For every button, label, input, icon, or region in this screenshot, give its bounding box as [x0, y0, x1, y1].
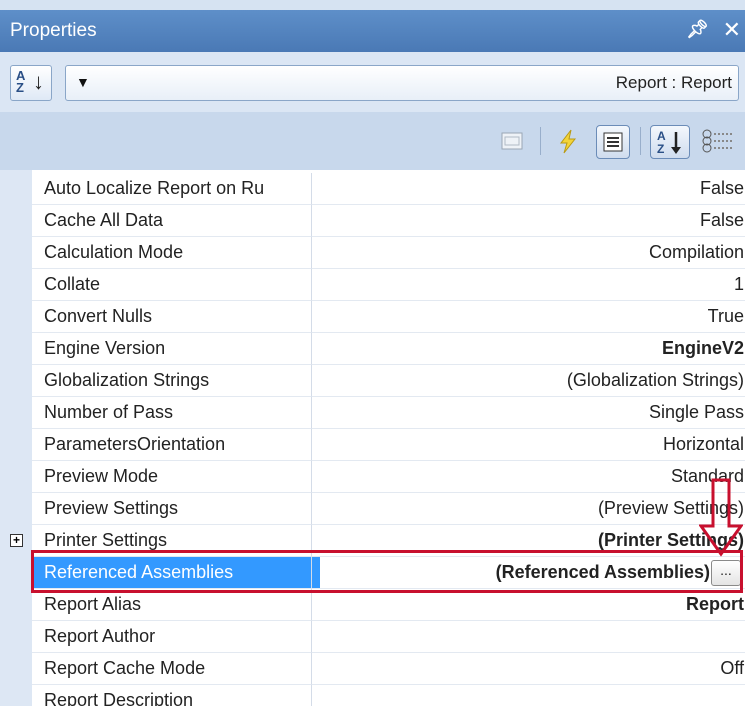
property-value[interactable]: Off: [311, 653, 745, 685]
property-value[interactable]: 1: [311, 269, 745, 301]
selected-object: Report : Report: [615, 73, 732, 92]
annotation-highlight-box: [31, 550, 743, 593]
sort-alphabetical-icon: A Z: [657, 129, 681, 156]
property-name: Convert Nulls: [32, 301, 320, 333]
property-row[interactable]: Globalization Strings (Globalization Str…: [32, 365, 745, 397]
grid-gutter: [0, 170, 32, 706]
property-value[interactable]: (Preview Settings): [311, 493, 745, 525]
property-name: Calculation Mode: [32, 237, 320, 269]
property-row[interactable]: Collate 1: [32, 269, 745, 301]
close-icon[interactable]: ✕: [723, 17, 741, 43]
title-bar: Properties 📌︎ ✕: [0, 10, 745, 52]
lightning-icon: [559, 129, 577, 154]
annotation-arrow-icon: [699, 478, 743, 557]
property-row[interactable]: Report Alias Report: [32, 589, 745, 621]
property-pages-button[interactable]: [496, 125, 528, 157]
property-value[interactable]: Compilation: [311, 237, 745, 269]
property-name: ParametersOrientation: [32, 429, 320, 461]
property-row[interactable]: Auto Localize Report on Ru False: [32, 173, 745, 205]
property-row[interactable]: Report Cache Mode Off: [32, 653, 745, 685]
property-value[interactable]: [311, 685, 745, 706]
property-row[interactable]: Cache All Data False: [32, 205, 745, 237]
property-row[interactable]: Preview Settings (Preview Settings): [32, 493, 745, 525]
property-name: Auto Localize Report on Ru: [32, 173, 320, 205]
properties-list-icon: [603, 132, 623, 152]
property-name: Report Author: [32, 621, 320, 653]
property-grid: Auto Localize Report on Ru False Cache A…: [0, 170, 745, 706]
property-value[interactable]: False: [311, 205, 745, 237]
property-pages-icon: [501, 132, 523, 150]
property-value[interactable]: Standard: [311, 461, 745, 493]
property-row[interactable]: Engine Version EngineV2: [32, 333, 745, 365]
svg-text:Z: Z: [657, 142, 664, 156]
events-button[interactable]: [552, 125, 584, 157]
property-value[interactable]: EngineV2: [311, 333, 745, 365]
property-name: Engine Version: [32, 333, 320, 365]
property-value[interactable]: True: [311, 301, 745, 333]
property-name: Globalization Strings: [32, 365, 320, 397]
properties-toolbar: A Z: [0, 112, 745, 170]
sort-arrow-icon: ↓: [33, 69, 44, 94]
property-value[interactable]: (Globalization Strings): [311, 365, 745, 397]
property-row[interactable]: Report Author: [32, 621, 745, 653]
property-name: Preview Settings: [32, 493, 320, 525]
property-row[interactable]: Preview Mode Standard: [32, 461, 745, 493]
sort-alphabetical-button[interactable]: A Z: [650, 125, 690, 159]
property-name: Report Alias: [32, 589, 320, 621]
object-selector-row: AZ ↓ ▼ Report : Report: [0, 52, 745, 112]
expand-plus-icon[interactable]: +: [10, 534, 23, 547]
dropdown-arrow-icon: ▼: [76, 74, 90, 90]
property-value[interactable]: False: [311, 173, 745, 205]
categorized-button[interactable]: [698, 125, 732, 157]
pin-icon[interactable]: 📌︎: [686, 19, 709, 40]
toolbar-separator: [540, 127, 541, 155]
property-row[interactable]: Convert Nulls True: [32, 301, 745, 333]
property-name: Number of Pass: [32, 397, 320, 429]
sort-az-button[interactable]: AZ ↓: [10, 65, 52, 101]
property-row[interactable]: Number of Pass Single Pass: [32, 397, 745, 429]
property-row[interactable]: Report Description: [32, 685, 745, 706]
svg-text:A: A: [657, 129, 666, 143]
property-value[interactable]: Horizontal: [311, 429, 745, 461]
sort-az-icon: AZ: [16, 68, 26, 95]
panel-title: Properties: [10, 20, 97, 41]
property-name: Report Description: [32, 685, 320, 706]
property-value[interactable]: Single Pass: [311, 397, 745, 429]
property-row[interactable]: Calculation Mode Compilation: [32, 237, 745, 269]
object-selector[interactable]: ▼ Report : Report: [65, 65, 739, 101]
properties-panel: Properties 📌︎ ✕ AZ ↓ ▼ Report : Report A…: [0, 0, 745, 706]
property-value[interactable]: [311, 621, 745, 653]
property-name: Cache All Data: [32, 205, 320, 237]
property-value[interactable]: Report: [311, 589, 745, 621]
properties-view-button[interactable]: [596, 125, 630, 159]
property-row[interactable]: ParametersOrientation Horizontal: [32, 429, 745, 461]
property-name: Report Cache Mode: [32, 653, 320, 685]
categorized-icon: [702, 129, 732, 153]
toolbar-separator: [640, 127, 641, 155]
property-name: Collate: [32, 269, 320, 301]
property-name: Preview Mode: [32, 461, 320, 493]
